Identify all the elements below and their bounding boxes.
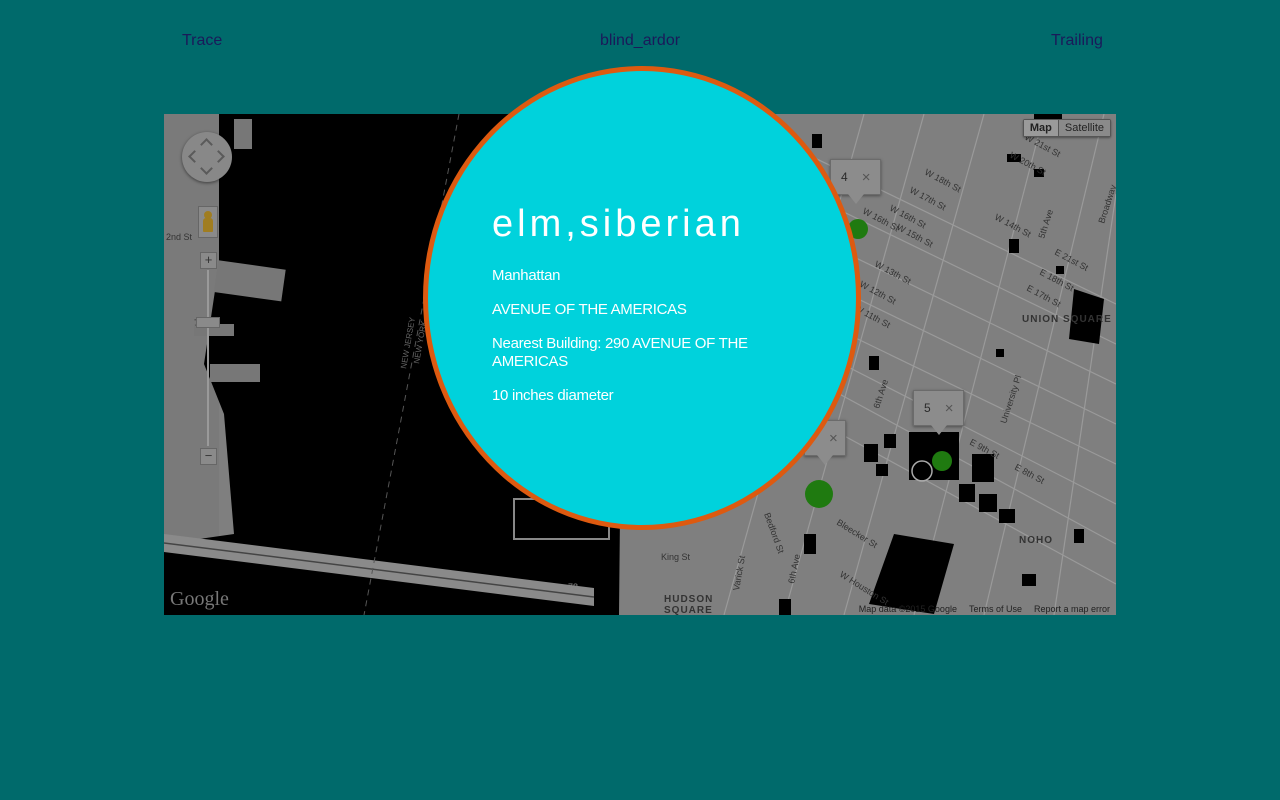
tree-street: AVENUE OF THE AMERICAS — [492, 301, 687, 318]
close-icon[interactable]: × — [829, 430, 838, 447]
pan-down-icon[interactable] — [200, 162, 213, 175]
tree-nearest-building: Nearest Building: 290 AVENUE OF THE AMER… — [492, 335, 748, 370]
map-data-attribution: Map data ©2015 Google — [858, 604, 957, 614]
zoom-slider-handle[interactable] — [196, 317, 220, 328]
map-type-satellite-button[interactable]: Satellite — [1057, 120, 1110, 136]
nav-link-trace[interactable]: Trace — [182, 32, 222, 50]
pan-up-icon[interactable] — [200, 138, 213, 151]
close-icon[interactable]: × — [862, 169, 871, 186]
zoom-out-button[interactable]: − — [200, 448, 217, 465]
map-label: 2nd St — [166, 232, 193, 242]
report-map-error-link[interactable]: Report a map error — [1034, 604, 1110, 614]
info-window-label: 4 — [841, 170, 848, 184]
tree-diameter: 10 inches diameter — [492, 387, 614, 404]
map-label: HUDSON — [664, 594, 713, 605]
google-logo[interactable]: Google — [170, 588, 229, 611]
map-label: UNION SQUARE — [1022, 314, 1112, 325]
tree-species-title: elm,siberian — [492, 203, 745, 245]
map-label: King St — [661, 552, 691, 562]
tree-marker[interactable] — [805, 480, 833, 508]
info-window: 5 × — [913, 390, 965, 435]
tree-marker[interactable] — [932, 451, 952, 471]
map-footer: Map data ©2015 Google Terms of Use Repor… — [859, 604, 1110, 614]
info-window-label: 5 — [924, 401, 931, 415]
nav-link-blind-ardor[interactable]: blind_ardor — [600, 32, 680, 50]
pan-right-icon[interactable] — [212, 150, 225, 163]
map-label: 78 — [568, 582, 578, 592]
pan-control[interactable] — [182, 132, 232, 182]
nav-link-trailing[interactable]: Trailing — [1051, 32, 1103, 50]
pan-left-icon[interactable] — [188, 150, 201, 163]
tree-info-popup: elm,siberian Manhattan AVENUE OF THE AME… — [423, 66, 861, 530]
info-window: 4 × — [830, 159, 882, 204]
map-label: NOHO — [1019, 535, 1053, 546]
map-type-control: Map Satellite — [1022, 119, 1111, 137]
tree-borough: Manhattan — [492, 267, 561, 284]
zoom-slider-track[interactable] — [207, 270, 209, 446]
map-label: SQUARE — [664, 605, 713, 615]
terms-of-use-link[interactable]: Terms of Use — [969, 604, 1022, 614]
zoom-in-button[interactable]: + — [200, 252, 217, 269]
close-icon[interactable]: × — [945, 400, 954, 417]
map-type-map-button[interactable]: Map — [1023, 120, 1058, 136]
pegman-icon[interactable] — [198, 206, 218, 238]
